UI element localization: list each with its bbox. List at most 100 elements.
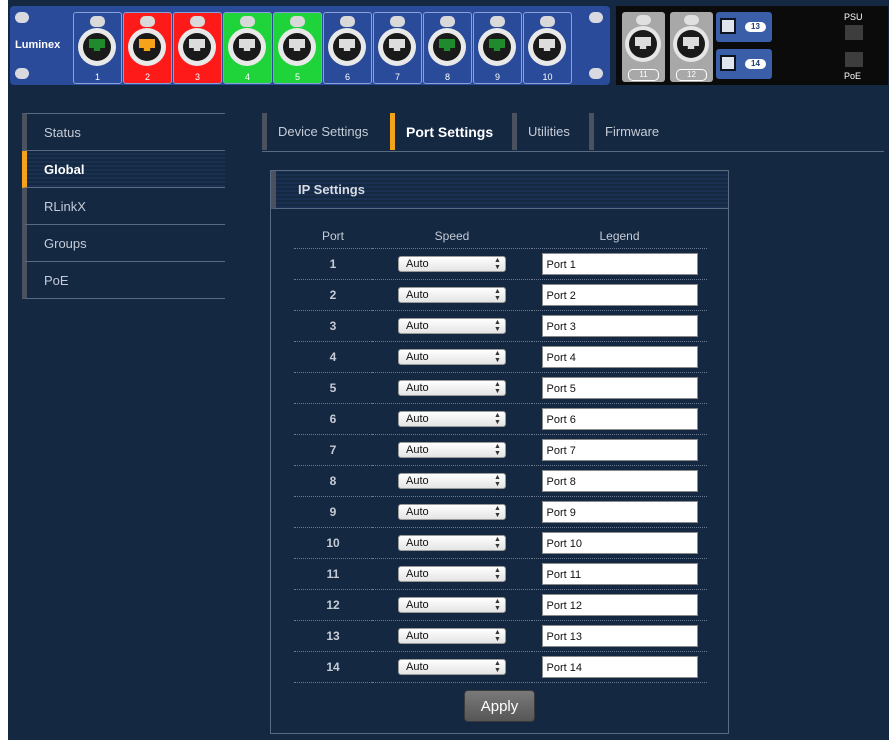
legend-input[interactable] [541,625,698,647]
speed-select[interactable]: Auto ▲ ▼ [398,256,506,272]
speed-select[interactable]: Auto ▲ ▼ [398,411,506,427]
speed-select[interactable]: Auto ▲ ▼ [398,535,506,551]
table-row: 7 Auto ▲ ▼ [294,434,707,466]
connector-ring-icon [278,28,316,66]
ethercon-port[interactable]: 9 [473,12,522,84]
nav-item-status[interactable]: Status [22,113,225,151]
speed-select[interactable]: Auto ▲ ▼ [398,380,506,396]
legend-input[interactable] [541,253,698,275]
connector-ring-icon [228,28,266,66]
ethercon-port[interactable]: 5 [273,12,322,84]
speed-select[interactable]: Auto ▲ ▼ [398,504,506,520]
select-arrows-icon: ▲ ▼ [494,598,501,612]
ethercon-port[interactable]: 3 [173,12,222,84]
ethercon-port[interactable]: 8 [423,12,472,84]
gigabit-port[interactable]: 11 [622,12,665,82]
tab-port-settings[interactable]: Port Settings [390,113,493,150]
sfp-slot-icon [720,18,736,34]
speed-select[interactable]: Auto ▲ ▼ [398,566,506,582]
nav-item-global[interactable]: Global [22,151,225,188]
legend-cell [532,434,707,466]
select-arrows-icon: ▲ ▼ [494,567,501,581]
latch-icon [390,16,405,27]
legend-input[interactable] [541,315,698,337]
latch-icon [140,16,155,27]
tab-utilities[interactable]: Utilities [512,113,570,150]
rj45-jack-icon [239,39,255,51]
nav-item-poe[interactable]: PoE [22,262,225,299]
connector-ring-icon [625,26,661,62]
rj45-socket-icon [333,33,361,61]
speed-select[interactable]: Auto ▲ ▼ [398,473,506,489]
gigabit-port[interactable]: 12 [670,12,713,82]
speed-select[interactable]: Auto ▲ ▼ [398,442,506,458]
speed-select[interactable]: Auto ▲ ▼ [398,659,506,675]
legend-input[interactable] [541,532,698,554]
tab-firmware[interactable]: Firmware [589,113,659,150]
port-number-cell: 6 [294,403,372,435]
port-number-cell: 4 [294,341,372,373]
port-number: 4 [244,72,250,82]
table-row: 3 Auto ▲ ▼ [294,310,707,342]
port-number-cell: 8 [294,465,372,497]
speed-value: Auto [406,382,429,394]
nav-item-groups[interactable]: Groups [22,225,225,262]
rj45-jack-icon [189,39,205,51]
legend-input[interactable] [541,563,698,585]
port-number: 5 [294,72,300,82]
legend-cell [532,248,707,280]
port-number: 10 [542,72,553,82]
table-row: 12 Auto ▲ ▼ [294,589,707,621]
apply-button[interactable]: Apply [464,690,535,722]
ethercon-port[interactable]: 1 [73,12,122,84]
mount-hole-icon [15,68,29,79]
tab-bar: Device Settings Port Settings Utilities Fir… [262,113,884,152]
legend-input[interactable] [541,470,698,492]
latch-icon [240,16,255,27]
port-number: 3 [194,72,200,82]
rj45-jack-icon [289,39,305,51]
legend-input[interactable] [541,284,698,306]
column-header-speed: Speed [372,224,532,249]
legend-input[interactable] [541,439,698,461]
speed-select[interactable]: Auto ▲ ▼ [398,287,506,303]
legend-input[interactable] [541,408,698,430]
ethercon-port[interactable]: 2 [123,12,172,84]
tab-device-settings[interactable]: Device Settings [262,113,368,150]
table-row: 2 Auto ▲ ▼ [294,279,707,311]
nav-item-rlinkx[interactable]: RLinkX [22,188,225,225]
speed-value: Auto [406,444,429,456]
legend-input[interactable] [541,346,698,368]
legend-cell [532,651,707,683]
speed-cell: Auto ▲ ▼ [372,465,532,497]
legend-cell [532,279,707,311]
rj45-jack-icon [339,39,355,51]
sfp-port[interactable]: 13 [716,12,772,42]
ethercon-port[interactable]: 4 [223,12,272,84]
speed-select[interactable]: Auto ▲ ▼ [398,349,506,365]
rj45-socket-icon [83,33,111,61]
port-number: 12 [676,69,707,81]
ethercon-port[interactable]: 10 [523,12,572,84]
port-number-cell: 2 [294,279,372,311]
legend-cell [532,558,707,590]
legend-cell [532,403,707,435]
speed-value: Auto [406,506,429,518]
sfp-port[interactable]: 14 [716,49,772,79]
speed-select[interactable]: Auto ▲ ▼ [398,597,506,613]
ethercon-port[interactable]: 6 [323,12,372,84]
speed-cell: Auto ▲ ▼ [372,341,532,373]
speed-cell: Auto ▲ ▼ [372,248,532,280]
brand-logo: Luminex [15,39,61,51]
legend-input[interactable] [541,656,698,678]
legend-input[interactable] [541,501,698,523]
legend-input[interactable] [541,594,698,616]
table-row: 14 Auto ▲ ▼ [294,651,707,683]
table-header-row: Port Speed Legend [294,224,707,249]
ethercon-port[interactable]: 7 [373,12,422,84]
speed-select[interactable]: Auto ▲ ▼ [398,628,506,644]
legend-input[interactable] [541,377,698,399]
speed-select[interactable]: Auto ▲ ▼ [398,318,506,334]
speed-cell: Auto ▲ ▼ [372,310,532,342]
speed-cell: Auto ▲ ▼ [372,372,532,404]
